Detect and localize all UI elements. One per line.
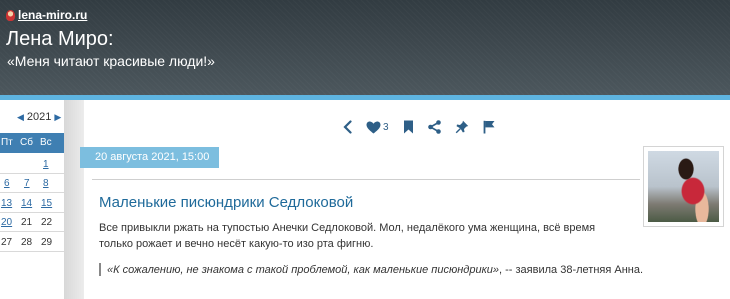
post-title[interactable]: Маленькие писюндрики Седлоковой	[99, 194, 353, 211]
blog-title[interactable]: Лена Миро:	[6, 28, 114, 51]
post-quote: «К сожалению, не знакома с такой проблем…	[107, 264, 643, 276]
bookmark-icon	[403, 120, 413, 134]
site-link-label: lena-miro.ru	[18, 8, 88, 22]
calendar-day[interactable]: 20	[1, 217, 12, 228]
blog-header: lena-miro.ru Лена Миро: «Меня читают кра…	[0, 0, 730, 98]
quote-italic: «К сожалению, не знакома с такой проблем…	[107, 264, 500, 276]
blog-subtitle: «Меня читают красивые люди!»	[7, 53, 215, 69]
calendar-shadow	[64, 100, 84, 299]
share-icon	[427, 120, 441, 134]
report-button[interactable]	[483, 119, 495, 135]
calendar-row-divider	[0, 173, 64, 174]
calendar-year-nav: ◀ 2021 ▶	[17, 111, 61, 123]
weekday-fri: Пт	[1, 137, 13, 148]
flag-icon	[483, 120, 495, 134]
previous-post-button[interactable]	[343, 119, 352, 135]
calendar-day[interactable]: 8	[43, 178, 49, 189]
quote-marker	[99, 263, 101, 276]
calendar-weekday-header: Пт Сб Вс	[0, 133, 64, 153]
calendar-row-divider	[0, 251, 64, 252]
calendar-day: 28	[21, 237, 33, 248]
calendar-day[interactable]: 15	[41, 198, 52, 209]
calendar-day[interactable]: 14	[21, 198, 32, 209]
calendar-day: 27	[1, 237, 13, 248]
site-logo-icon	[6, 9, 15, 21]
post-divider	[92, 179, 640, 180]
bookmark-button[interactable]	[403, 119, 414, 135]
calendar-day[interactable]: 1	[43, 159, 49, 170]
post-date-badge: 20 августа 2021, 15:00	[80, 147, 219, 168]
share-button[interactable]	[427, 119, 441, 135]
calendar-day[interactable]: 13	[1, 198, 12, 209]
calendar-day: 22	[41, 217, 53, 228]
pin-icon	[455, 120, 468, 134]
post-body: Все привыкли ржать на тупостью Анечки Се…	[99, 222, 596, 250]
calendar-day: 21	[21, 217, 33, 228]
site-link[interactable]: lena-miro.ru	[6, 8, 87, 22]
calendar-day[interactable]: 6	[4, 178, 10, 189]
pin-button[interactable]	[455, 119, 469, 135]
heart-icon	[366, 121, 381, 133]
calendar-row-divider	[0, 231, 64, 232]
author-avatar[interactable]	[643, 146, 724, 227]
calendar-day: 29	[41, 237, 53, 248]
author-photo	[648, 151, 719, 222]
calendar-prev-icon[interactable]: ◀	[17, 112, 24, 123]
calendar-year: 2021	[26, 111, 52, 123]
weekday-sun: Вс	[40, 137, 52, 148]
like-count: 3	[383, 121, 389, 133]
weekday-sat: Сб	[20, 137, 33, 148]
calendar-row-divider	[0, 192, 64, 193]
post-toolbar: 3	[343, 119, 509, 135]
like-button[interactable]: 3	[366, 119, 389, 135]
calendar-day[interactable]: 7	[24, 178, 30, 189]
quote-rest: , -- заявила 38-летняя Анна.	[499, 264, 644, 276]
chevron-left-icon	[343, 120, 352, 134]
calendar-next-icon[interactable]: ▶	[54, 112, 61, 123]
calendar-row-divider	[0, 212, 64, 213]
